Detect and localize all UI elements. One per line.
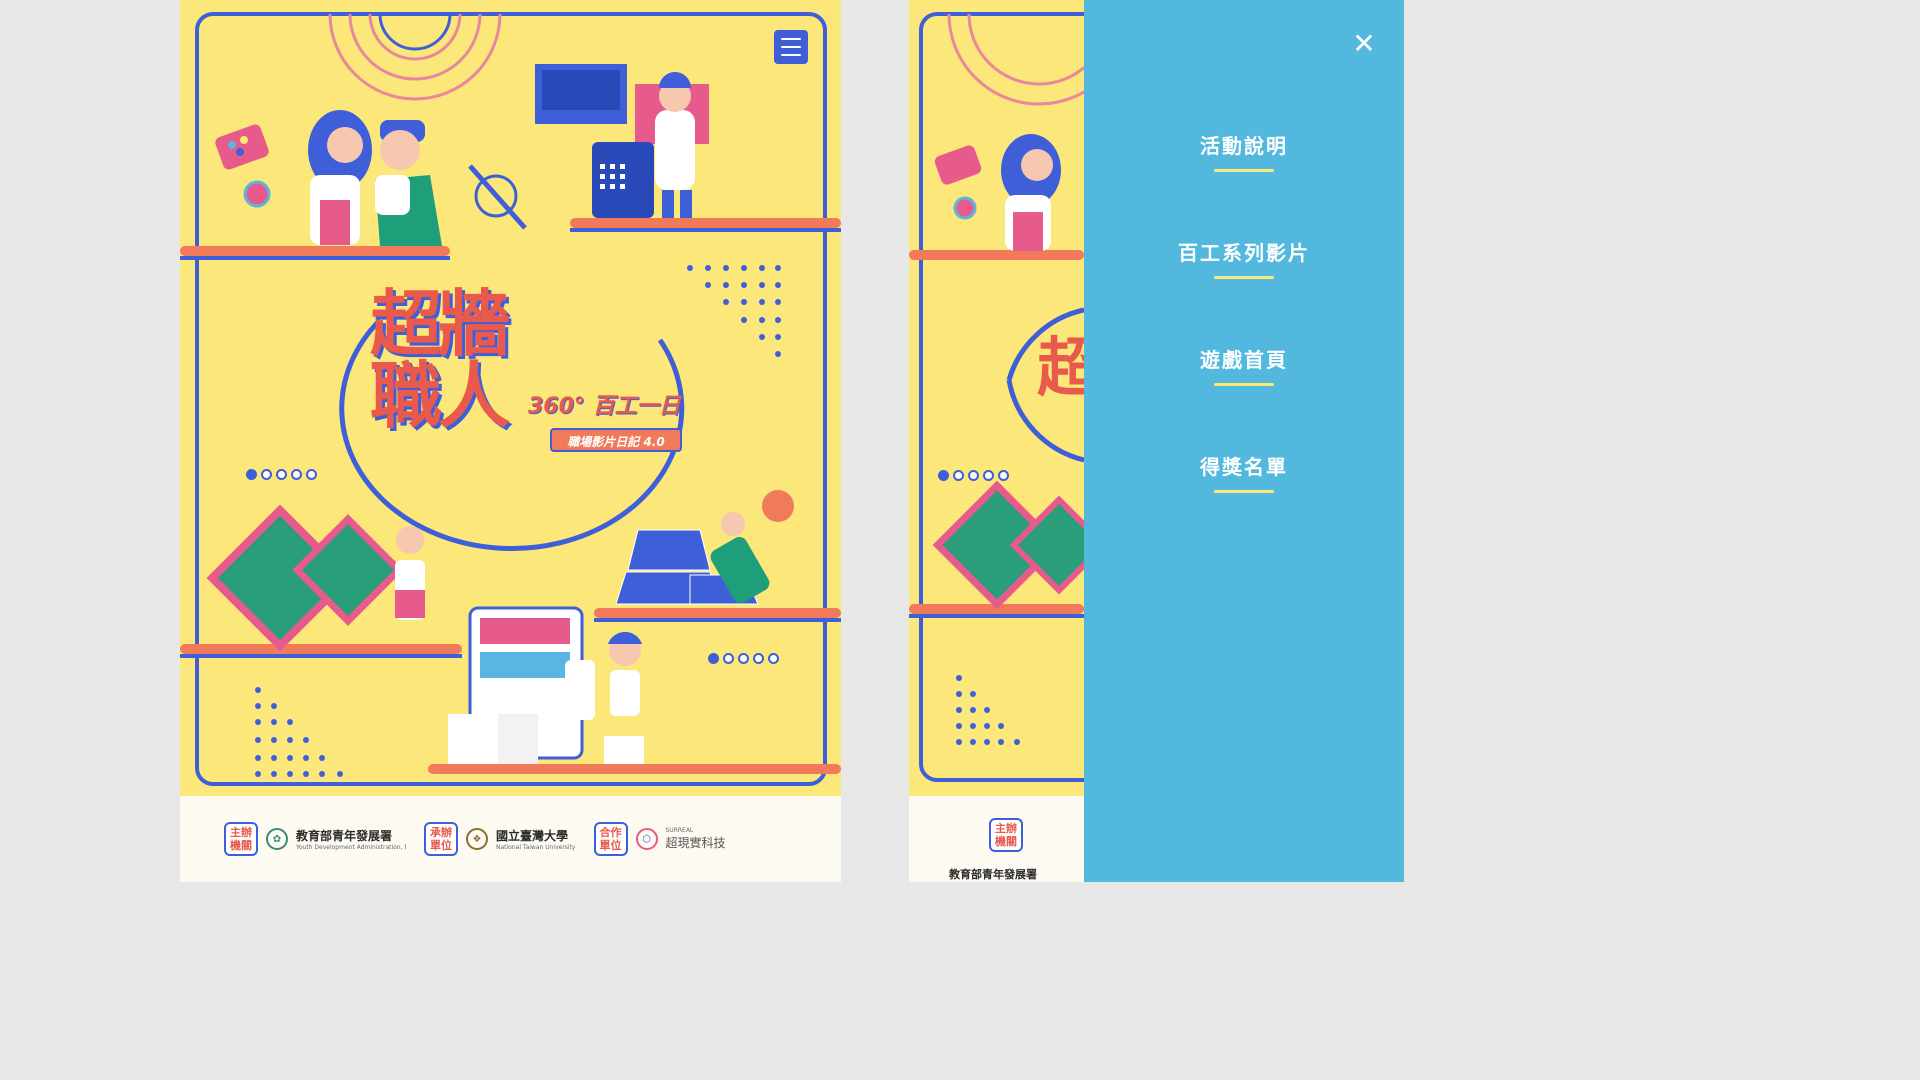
sponsor-organizer: 主辦 機關 ✿ 教育部青年發展署 Youth Development Admin… <box>224 822 406 856</box>
nav-underline <box>1214 383 1274 386</box>
ntu-seal-icon: ❖ <box>466 828 488 850</box>
hero-title-fragment: 超 <box>1037 332 1084 406</box>
poster-screen-left: 超牆 職人 360° 百工一日 職場影片日記 4.0 主辦 機關 ✿ 教育部青年… <box>180 0 841 882</box>
poster-illustration-cropped: 超 <box>909 12 1084 782</box>
carousel-dot[interactable] <box>968 470 979 481</box>
nav-underline <box>1214 276 1274 279</box>
role-badge: 合作 單位 <box>593 822 628 856</box>
role-badge: 主辦 機關 <box>224 822 258 856</box>
carousel-dot[interactable] <box>983 470 994 481</box>
org-name: 國立臺灣大學 <box>496 829 569 843</box>
nav-item-winners-list[interactable]: 得獎名單 <box>1084 451 1404 493</box>
hamburger-menu-icon[interactable] <box>774 30 808 64</box>
nav-underline <box>1214 490 1274 493</box>
ministry-logo-icon: ✿ <box>266 828 288 850</box>
nav-item-video-series[interactable]: 百工系列影片 <box>1084 237 1404 279</box>
poster-screen-right: 超 主辦 機關 教育部青年發展署 ✕ 活動說明 百工系列影片 遊戲首頁 得獎名單 <box>909 0 1404 882</box>
nav-drawer: ✕ 活動說明 百工系列影片 遊戲首頁 得獎名單 <box>1084 0 1404 882</box>
org-subtitle: SURREAL <box>665 827 694 834</box>
carousel-dot[interactable] <box>276 469 287 480</box>
nav-underline <box>1214 169 1274 172</box>
nav-item-label: 遊戲首頁 <box>1200 348 1288 372</box>
carousel-dot[interactable] <box>953 470 964 481</box>
carousel-dot[interactable] <box>998 470 1009 481</box>
carousel-dots-bottom <box>708 653 779 664</box>
role-badge: 主辦 機關 <box>989 818 1023 852</box>
hero-title-line1: 超牆 <box>370 282 510 366</box>
org-text: 教育部青年發展署 Youth Development Administratio… <box>296 827 406 851</box>
hero-subtitle: 360° 百工一日 <box>528 394 681 419</box>
org-subtitle: National Taiwan University <box>496 844 576 851</box>
sponsor-partner: 合作 單位 ⬡ SURREAL 超現實科技 <box>593 822 726 856</box>
carousel-dot[interactable] <box>306 469 317 480</box>
carousel-dot[interactable] <box>291 469 302 480</box>
carousel-dot[interactable] <box>738 653 749 664</box>
nav-item-label: 活動說明 <box>1200 134 1288 158</box>
carousel-dot[interactable] <box>708 653 719 664</box>
carousel-dots-top <box>246 469 317 480</box>
carousel-dot[interactable] <box>723 653 734 664</box>
nav-item-label: 百工系列影片 <box>1178 241 1310 265</box>
org-name: 教育部青年發展署 <box>296 829 393 843</box>
org-text: SURREAL 超現實科技 <box>666 827 726 851</box>
hero-tag: 職場影片日記 4.0 <box>550 428 682 452</box>
carousel-dot[interactable] <box>753 653 764 664</box>
menu-line <box>781 54 801 56</box>
org-name: 教育部青年發展署 <box>949 868 1037 881</box>
menu-line <box>781 38 801 40</box>
nav-item-label: 得獎名單 <box>1200 455 1288 479</box>
carousel-dot[interactable] <box>246 469 257 480</box>
org-name: 超現實科技 <box>665 836 726 850</box>
menu-line <box>781 46 801 48</box>
sponsor-footer: 主辦 機關 ✿ 教育部青年發展署 Youth Development Admin… <box>180 796 841 882</box>
sponsor-executor: 承辦 單位 ❖ 國立臺灣大學 National Taiwan Universit… <box>424 822 576 856</box>
nav-item-activity-info[interactable]: 活動說明 <box>1084 130 1404 172</box>
carousel-dots-top <box>938 470 1009 481</box>
poster-illustration <box>180 12 841 786</box>
carousel-dot[interactable] <box>261 469 272 480</box>
org-text: 國立臺灣大學 National Taiwan University <box>496 827 576 851</box>
role-badge: 承辦 單位 <box>424 822 458 856</box>
sponsor-footer: 主辦 機關 教育部青年發展署 <box>909 796 1084 882</box>
org-subtitle: Youth Development Administration, Minist… <box>296 844 406 851</box>
close-icon[interactable]: ✕ <box>1350 30 1378 58</box>
nav-item-game-home[interactable]: 遊戲首頁 <box>1084 344 1404 386</box>
surreal-logo-icon: ⬡ <box>635 828 658 850</box>
carousel-dot[interactable] <box>768 653 779 664</box>
carousel-dot[interactable] <box>938 470 949 481</box>
